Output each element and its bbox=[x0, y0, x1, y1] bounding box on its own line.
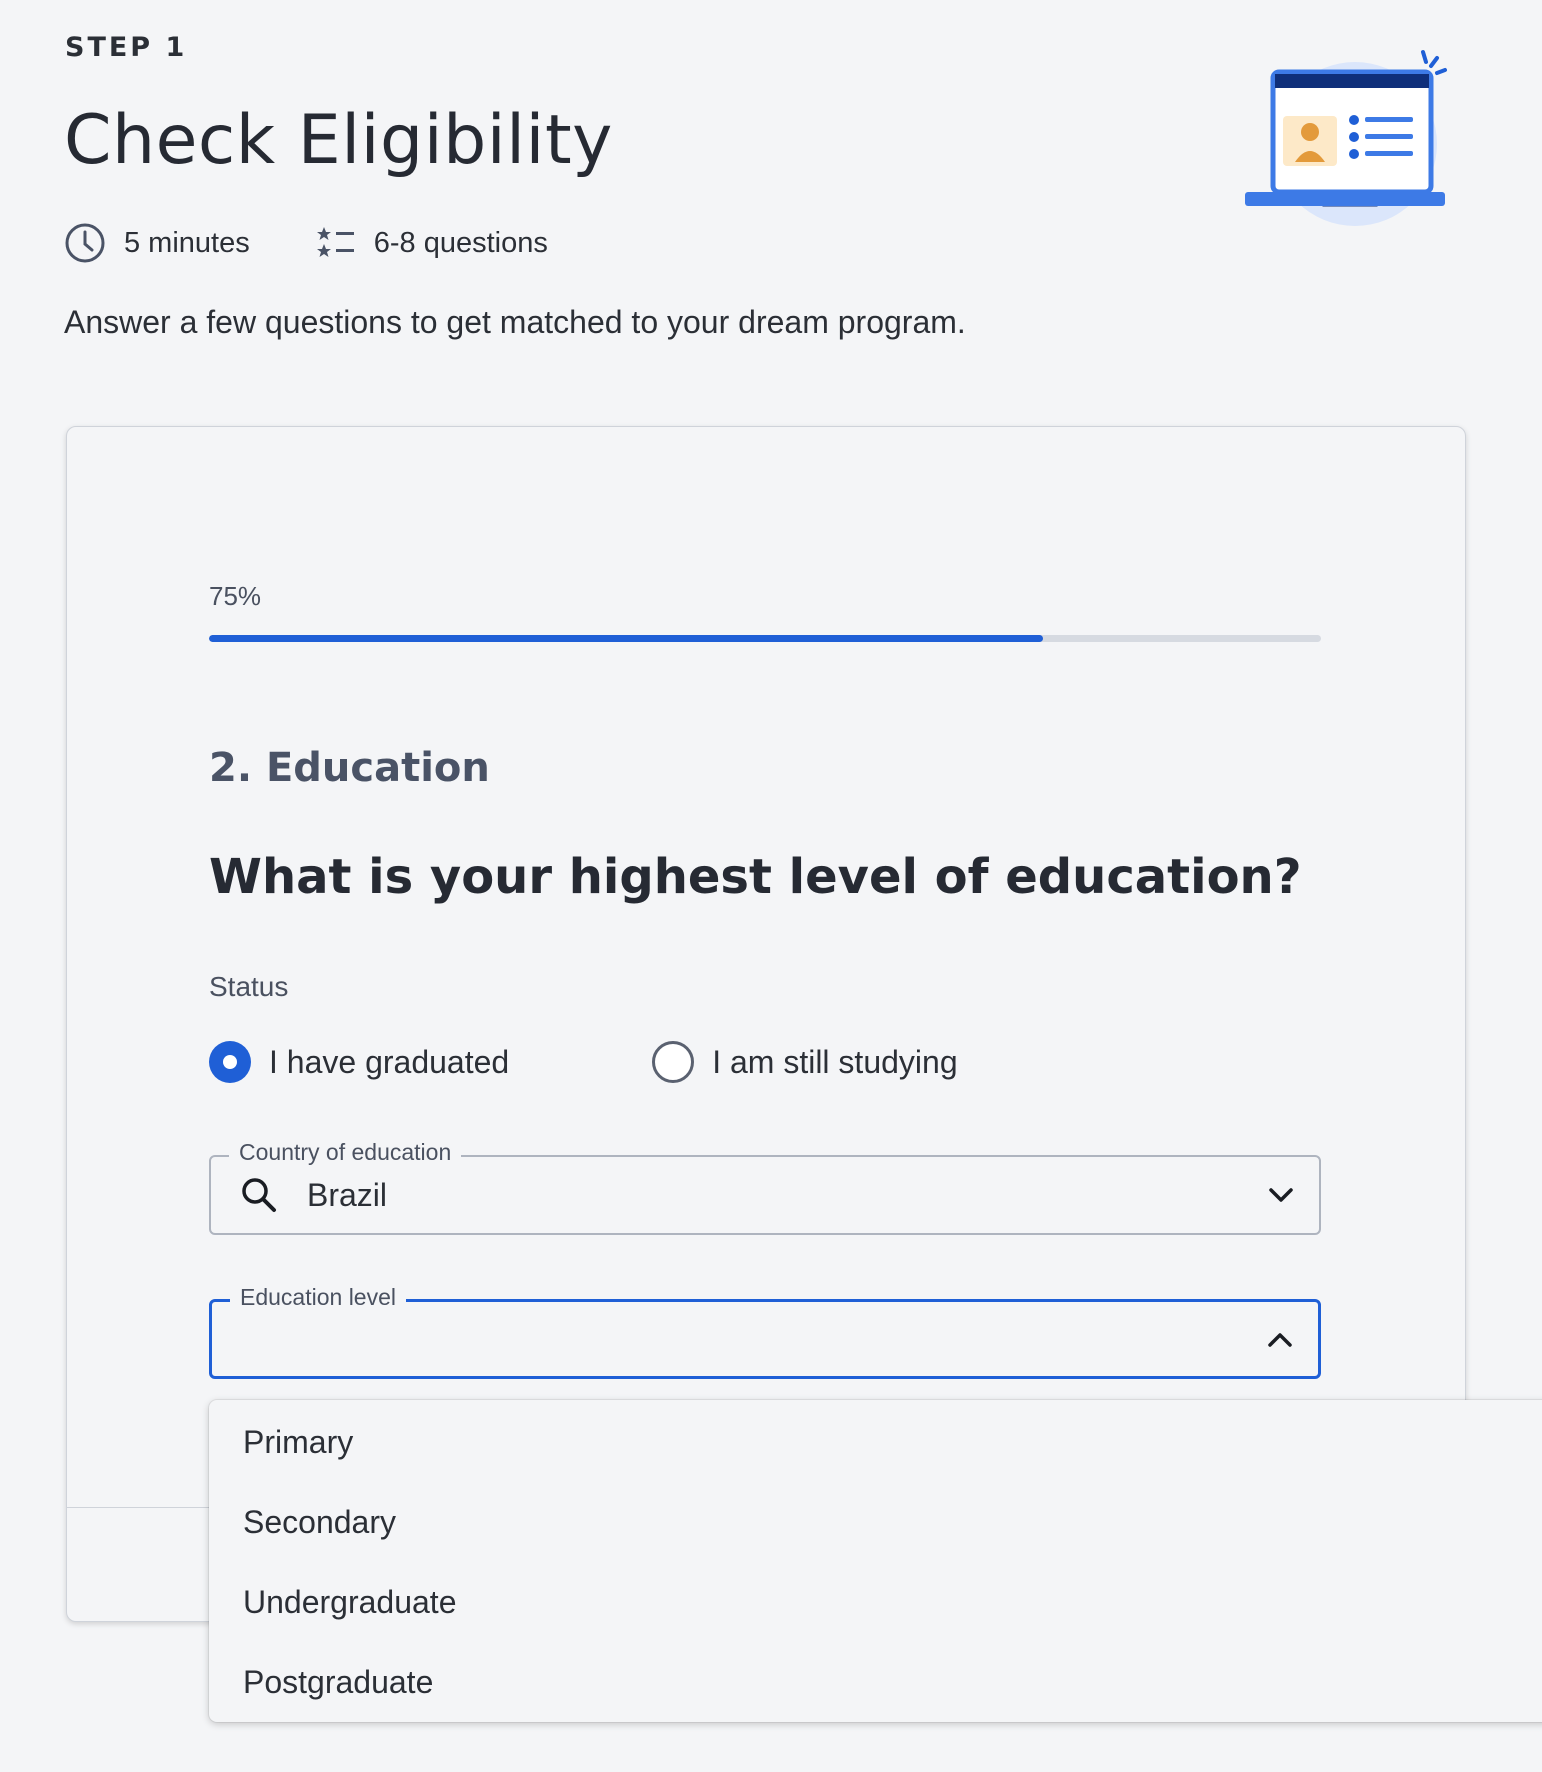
page-title: Check Eligibility bbox=[64, 101, 613, 180]
radio-button-unchecked[interactable] bbox=[652, 1041, 695, 1083]
option-undergraduate[interactable]: Undergraduate bbox=[209, 1562, 1542, 1642]
questions-text: 6-8 questions bbox=[373, 226, 548, 259]
progress-fill bbox=[209, 635, 1043, 642]
chevron-up-icon[interactable] bbox=[1266, 1326, 1294, 1354]
radio-graduated[interactable]: I have graduated bbox=[209, 1041, 509, 1083]
education-level-legend: Education level bbox=[230, 1284, 406, 1311]
duration-meta: 5 minutes bbox=[64, 222, 250, 264]
option-secondary[interactable]: Secondary bbox=[209, 1482, 1542, 1562]
question-heading: What is your highest level of education? bbox=[209, 849, 1302, 905]
status-label: Status bbox=[209, 971, 289, 1002]
section-title: 2. Education bbox=[209, 745, 490, 791]
education-level-options: Primary Secondary Undergraduate Postgrad… bbox=[209, 1400, 1542, 1722]
progress-bar bbox=[209, 635, 1321, 642]
questions-meta: 6-8 questions bbox=[316, 225, 548, 261]
meta-row: 5 minutes 6-8 questions bbox=[64, 222, 548, 264]
progress-label: 75% bbox=[209, 581, 262, 611]
duration-text: 5 minutes bbox=[124, 226, 250, 259]
search-icon bbox=[242, 1178, 276, 1212]
country-legend: Country of education bbox=[229, 1139, 462, 1166]
radio-label: I am still studying bbox=[712, 1043, 958, 1080]
option-postgraduate[interactable]: Postgraduate bbox=[209, 1642, 1542, 1722]
status-radio-group: I have graduated I am still studying bbox=[209, 1041, 958, 1083]
education-level-select[interactable]: Education level bbox=[209, 1284, 1321, 1379]
star-list-icon bbox=[316, 227, 354, 257]
clock-icon bbox=[65, 223, 105, 263]
radio-label: I have graduated bbox=[269, 1043, 510, 1080]
country-value: Brazil bbox=[307, 1177, 388, 1213]
laptop-profile-checklist-icon bbox=[1245, 50, 1447, 226]
chevron-down-icon[interactable] bbox=[1267, 1181, 1295, 1209]
step-label: STEP 1 bbox=[65, 32, 188, 63]
country-select[interactable]: Country of education Brazil bbox=[209, 1139, 1321, 1235]
option-primary[interactable]: Primary bbox=[209, 1402, 1542, 1482]
intro-text: Answer a few questions to get matched to… bbox=[64, 304, 966, 340]
radio-still-studying[interactable]: I am still studying bbox=[652, 1041, 958, 1083]
radio-button-checked[interactable] bbox=[209, 1041, 251, 1083]
